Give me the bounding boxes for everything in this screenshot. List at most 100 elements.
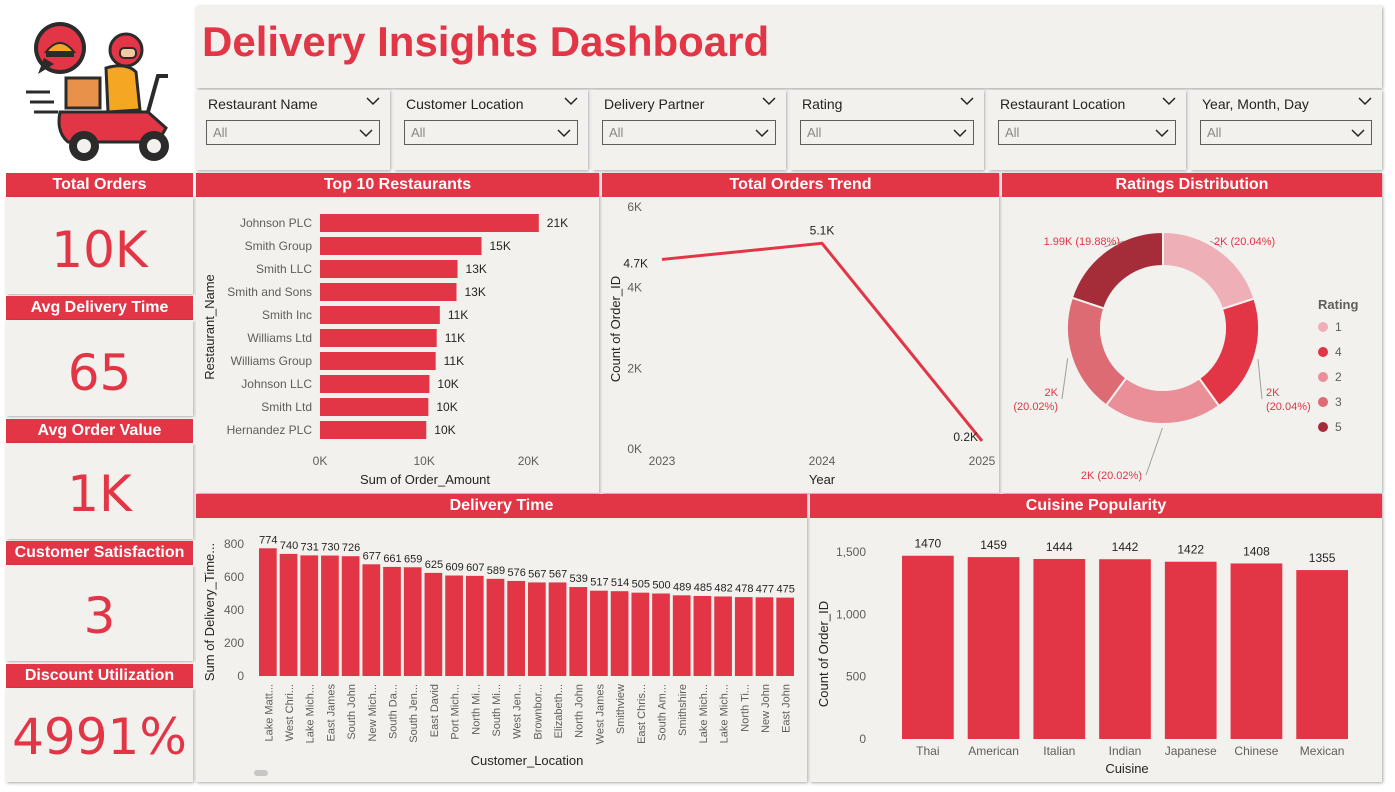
slicer-customer-location[interactable]: Customer Location All — [394, 90, 588, 170]
bar — [320, 352, 436, 370]
x-tick-label: 10K — [414, 454, 435, 468]
slicer-label: Restaurant Name — [208, 96, 318, 112]
slicer-dropdown[interactable]: All — [206, 120, 380, 145]
y-tick-label: 500 — [846, 670, 866, 684]
bar — [320, 421, 427, 439]
bar — [259, 548, 277, 676]
slicer-dropdown[interactable]: All — [800, 120, 974, 145]
data-label: 514 — [611, 577, 629, 589]
chevron-down-icon[interactable] — [564, 94, 578, 108]
x-tick-label: East Chris... — [636, 684, 648, 744]
kpi-label-customer-satisfaction: Customer Satisfaction — [6, 541, 193, 565]
x-tick-label: American — [968, 744, 1019, 758]
x-tick-label: Japanese — [1165, 744, 1217, 758]
y-tick-label: 0 — [859, 732, 866, 746]
data-label: 1355 — [1309, 551, 1336, 565]
slicer-year-month-day[interactable]: Year, Month, Day All — [1190, 90, 1382, 170]
category-label: Williams Group — [231, 354, 313, 368]
bar — [631, 592, 650, 676]
bar — [755, 597, 774, 676]
legend-marker — [1318, 347, 1328, 357]
bar — [507, 580, 525, 676]
x-tick-label: 0K — [313, 454, 328, 468]
slicer-value: All — [411, 125, 426, 140]
x-tick-label: South John — [346, 684, 358, 740]
legend-label: 2 — [1335, 370, 1342, 384]
bar — [300, 555, 319, 676]
kpi-card-discount-utilization: 4991% — [6, 688, 193, 782]
data-label: 589 — [487, 565, 505, 577]
slicer-dropdown[interactable]: All — [998, 120, 1176, 145]
legend-label: 3 — [1335, 395, 1342, 409]
kpi-card-avg-delivery-time: 65 — [6, 320, 193, 416]
data-label: 1444 — [1046, 540, 1073, 554]
slice-label: 2K — [1045, 387, 1059, 399]
data-label: 478 — [735, 583, 753, 595]
chart-title: Top 10 Restaurants — [196, 173, 599, 197]
bar — [320, 375, 430, 393]
slicer-rating[interactable]: Rating All — [790, 90, 984, 170]
chevron-down-icon[interactable] — [960, 94, 974, 108]
chart-title: Cuisine Popularity — [810, 494, 1382, 518]
data-label: 489 — [673, 581, 691, 593]
data-label: 477 — [756, 583, 774, 595]
data-label: 731 — [301, 541, 319, 553]
x-tick-label: 20K — [518, 454, 539, 468]
category-label: Williams Ltd — [247, 331, 312, 345]
slice-label: 2K (20.02%) — [1081, 470, 1142, 482]
slicer-delivery-partner[interactable]: Delivery Partner All — [592, 90, 786, 170]
legend-label: 5 — [1335, 420, 1342, 434]
delivery-scooter-icon — [26, 22, 169, 161]
chevron-down-icon — [1351, 129, 1365, 138]
slicer-restaurant-name[interactable]: Restaurant Name All — [196, 90, 390, 170]
slicer-dropdown[interactable]: All — [1200, 120, 1372, 145]
cuisine-chart: 0 500 1,000 1,500 1470 Thai 1459 American 1444 It… — [816, 537, 1348, 776]
slicer-dropdown[interactable]: All — [602, 120, 776, 145]
bar — [321, 555, 339, 676]
chevron-down-icon — [1155, 129, 1169, 138]
bar — [590, 590, 608, 676]
y-axis-title: Sum of Delivery_Time... — [202, 543, 217, 681]
slice-label: 1.99K (19.88%) — [1044, 236, 1120, 248]
x-tick-label: Lake Mich... — [698, 684, 710, 743]
data-label: 661 — [383, 553, 401, 565]
chevron-down-icon[interactable] — [1358, 94, 1372, 108]
data-label: 10K — [434, 423, 455, 437]
slice-label: (20.04%) — [1266, 401, 1311, 413]
x-tick-label: West Jen... — [512, 684, 524, 739]
bar — [320, 306, 440, 324]
data-label: 607 — [466, 562, 484, 574]
slicer-dropdown[interactable]: All — [404, 120, 578, 145]
data-label: 13K — [464, 285, 485, 299]
chevron-down-icon[interactable] — [1162, 94, 1176, 108]
data-label: 517 — [590, 577, 608, 589]
x-tick-label: West James — [594, 684, 606, 745]
chevron-down-icon — [557, 129, 571, 138]
bar — [320, 283, 457, 301]
y-axis-title: Count of Order_ID — [608, 276, 623, 382]
y-tick-label: 4K — [627, 281, 642, 295]
y-tick-label: 0K — [627, 442, 642, 456]
data-label: 11K — [445, 331, 465, 345]
y-tick-label: 600 — [224, 570, 244, 584]
chevron-down-icon[interactable] — [366, 94, 380, 108]
orders-trend-chart: 0K 2K 4K 6K 2023 2024 2025 4.7K 5.1K 0.2K Year Coun… — [608, 200, 996, 487]
chevron-down-icon — [755, 129, 769, 138]
scrollbar-thumb[interactable] — [254, 770, 268, 776]
y-tick-label: 400 — [224, 603, 244, 617]
page-title: Delivery Insights Dashboard — [202, 18, 770, 65]
slicer-restaurant-location[interactable]: Restaurant Location All — [988, 90, 1186, 170]
bar — [486, 578, 505, 676]
bar — [734, 597, 753, 676]
x-tick-label: Italian — [1043, 744, 1075, 758]
bar — [569, 587, 588, 676]
bar — [424, 572, 443, 676]
x-axis-title: Customer_Location — [471, 753, 584, 768]
legend-marker — [1318, 422, 1328, 432]
slice-label: (20.02%) — [1013, 401, 1058, 413]
chevron-down-icon[interactable] — [762, 94, 776, 108]
legend-marker — [1318, 322, 1328, 332]
kpi-value: 3 — [83, 587, 116, 645]
data-label: 15K — [489, 239, 510, 253]
bar — [403, 567, 422, 676]
